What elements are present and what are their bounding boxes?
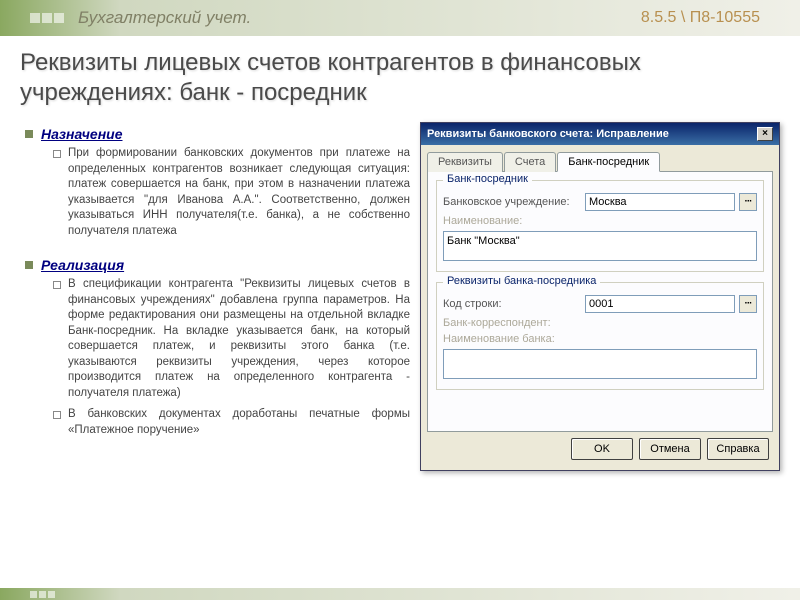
header-version: 8.5.5 \ П8-10555: [641, 9, 760, 27]
group-bank-intermediary: Банк-посредник Банковское учреждение: Мо…: [436, 180, 764, 272]
bank-lookup-button[interactable]: ···: [739, 193, 757, 211]
impl-heading-text: Реализация: [41, 257, 124, 273]
impl-item-1: В спецификации контрагента "Реквизиты ли…: [53, 277, 410, 401]
section-impl-heading: Реализация: [25, 257, 410, 273]
slide-title: Реквизиты лицевых счетов контрагентов в …: [0, 36, 800, 118]
bank-name-label: Наименование:: [443, 215, 581, 227]
purpose-text: При формировании банковских документов п…: [53, 146, 410, 239]
dialog-window: Реквизиты банковского счета: Исправление…: [420, 122, 780, 471]
dialog-button-row: OK Отмена Справка: [427, 432, 773, 464]
cancel-button[interactable]: Отмена: [639, 438, 701, 460]
group-bank-details: Реквизиты банка-посредника Код строки: 0…: [436, 282, 764, 390]
corr-bank-name-label: Наименование банка:: [443, 333, 581, 345]
slide-header: Бухгалтерский учет. 8.5.5 \ П8-10555: [0, 0, 800, 36]
section-purpose-heading: Назначение: [25, 126, 410, 142]
bank-institution-input[interactable]: Москва: [585, 193, 735, 211]
header-decor-squares: [30, 13, 64, 23]
code-line-label: Код строки:: [443, 298, 581, 310]
ok-button[interactable]: OK: [571, 438, 633, 460]
corr-bank-label: Банк-корреспондент:: [443, 317, 581, 329]
bank-name-input[interactable]: Банк "Москва": [443, 231, 757, 261]
bank-institution-label: Банковское учреждение:: [443, 196, 581, 208]
corr-bank-name-input[interactable]: [443, 349, 757, 379]
dialog-title-text: Реквизиты банковского счета: Исправление: [427, 128, 669, 140]
code-lookup-button[interactable]: ···: [739, 295, 757, 313]
dialog-titlebar[interactable]: Реквизиты банковского счета: Исправление…: [421, 123, 779, 145]
tab-bank-intermediary[interactable]: Банк-посредник: [557, 152, 660, 172]
close-icon[interactable]: ×: [757, 127, 773, 141]
tab-panel: Банк-посредник Банковское учреждение: Мо…: [427, 172, 773, 432]
help-button[interactable]: Справка: [707, 438, 769, 460]
header-category: Бухгалтерский учет.: [78, 8, 641, 28]
code-line-input[interactable]: 0001: [585, 295, 735, 313]
group2-title: Реквизиты банка-посредника: [443, 275, 600, 287]
text-column: Назначение При формировании банковских д…: [25, 118, 410, 471]
impl-item-2: В банковских документах доработаны печат…: [53, 407, 410, 438]
footer-decor-squares: [30, 591, 55, 598]
bullet-square-icon: [25, 130, 33, 138]
group1-title: Банк-посредник: [443, 173, 532, 185]
slide-footer: [0, 588, 800, 600]
bullet-square-icon: [25, 261, 33, 269]
purpose-heading-text: Назначение: [41, 126, 123, 142]
tab-accounts[interactable]: Счета: [504, 152, 556, 172]
tab-requisites[interactable]: Реквизиты: [427, 152, 503, 172]
tab-strip: Реквизиты Счета Банк-посредник: [427, 151, 773, 172]
